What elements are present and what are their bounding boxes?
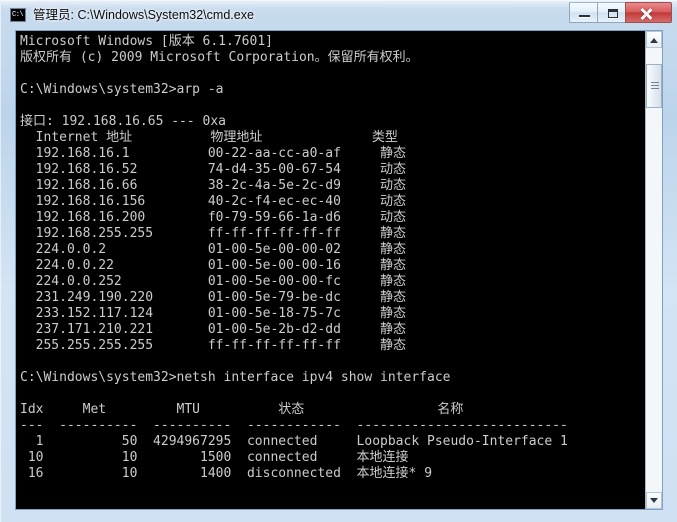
maximize-button[interactable] — [597, 2, 626, 23]
close-button[interactable] — [625, 2, 672, 23]
grip-icon — [651, 82, 659, 89]
window-titlebar[interactable]: C:\ 管理员: C:\Windows\System32\cmd.exe — [1, 1, 677, 29]
console-line: 192.168.16.52 74-d4-35-00-67-54 动态 — [20, 162, 407, 177]
window-title: 管理员: C:\Windows\System32\cmd.exe — [33, 8, 254, 22]
console-line: 192.168.16.1 00-22-aa-cc-a0-af 静态 — [20, 146, 407, 161]
console-line: 224.0.0.252 01-00-5e-00-00-fc 静态 — [20, 274, 407, 289]
console-line: 192.168.255.255 ff-ff-ff-ff-ff-ff 静态 — [20, 226, 407, 241]
console-scrollbar[interactable] — [645, 31, 662, 509]
chevron-down-icon — [650, 498, 658, 503]
console-line: 192.168.16.156 40-2c-f4-ec-ec-40 动态 — [20, 194, 407, 209]
console-line: 1 50 4294967295 connected Loopback Pseud… — [20, 434, 568, 449]
scroll-up-button[interactable] — [646, 31, 662, 48]
console-line: 版权所有 (c) 2009 Microsoft Corporation。保留所有… — [20, 50, 419, 65]
window-controls — [569, 2, 672, 24]
maximize-icon — [608, 9, 618, 18]
chevron-up-icon — [650, 38, 658, 43]
minimize-icon — [579, 15, 590, 18]
console-line: 10 10 1500 connected 本地连接 — [20, 450, 409, 465]
scrollbar-thumb[interactable] — [646, 64, 662, 108]
console-output[interactable]: Microsoft Windows [版本 6.1.7601] 版权所有 (c) … — [16, 31, 645, 509]
console-line: 224.0.0.22 01-00-5e-00-00-16 静态 — [20, 258, 407, 273]
minimize-button[interactable] — [569, 2, 598, 23]
console-line: C:\Windows\system32>arp -a — [20, 82, 224, 97]
cmd-icon-glyph: C:\ — [12, 11, 24, 19]
cmd-window: C:\ 管理员: C:\Windows\System32\cmd.exe Mic… — [0, 0, 677, 522]
console-line: 255.255.255.255 ff-ff-ff-ff-ff-ff 静态 — [20, 338, 407, 353]
scroll-down-button[interactable] — [646, 492, 662, 509]
cmd-icon: C:\ — [10, 8, 26, 22]
console-line: 231.249.190.220 01-00-5e-79-be-dc 静态 — [20, 290, 407, 305]
console-line: 224.0.0.2 01-00-5e-00-00-02 静态 — [20, 242, 407, 257]
console-line: 192.168.16.200 f0-79-59-66-1a-d6 动态 — [20, 210, 407, 225]
console-client-area[interactable]: Microsoft Windows [版本 6.1.7601] 版权所有 (c) … — [15, 30, 663, 510]
console-line: --- ---------- ---------- ------------ -… — [20, 418, 568, 433]
console-line: Idx Met MTU 状态 名称 — [20, 402, 464, 417]
console-line: 233.152.117.124 01-00-5e-18-75-7c 静态 — [20, 306, 407, 321]
console-line: Internet 地址 物理地址 类型 — [20, 130, 398, 145]
console-line: 16 10 1400 disconnected 本地连接* 9 — [20, 466, 433, 481]
console-line: Microsoft Windows [版本 6.1.7601] — [20, 34, 273, 49]
console-line: 192.168.16.66 38-2c-4a-5e-2c-d9 动态 — [20, 178, 407, 193]
console-line: 237.171.210.221 01-00-5e-2b-d2-dd 静态 — [20, 322, 407, 337]
console-line: 接口: 192.168.16.65 --- 0xa — [20, 114, 227, 129]
console-line: C:\Windows\system32>netsh interface ipv4… — [20, 370, 451, 385]
scrollbar-track[interactable] — [646, 48, 662, 492]
